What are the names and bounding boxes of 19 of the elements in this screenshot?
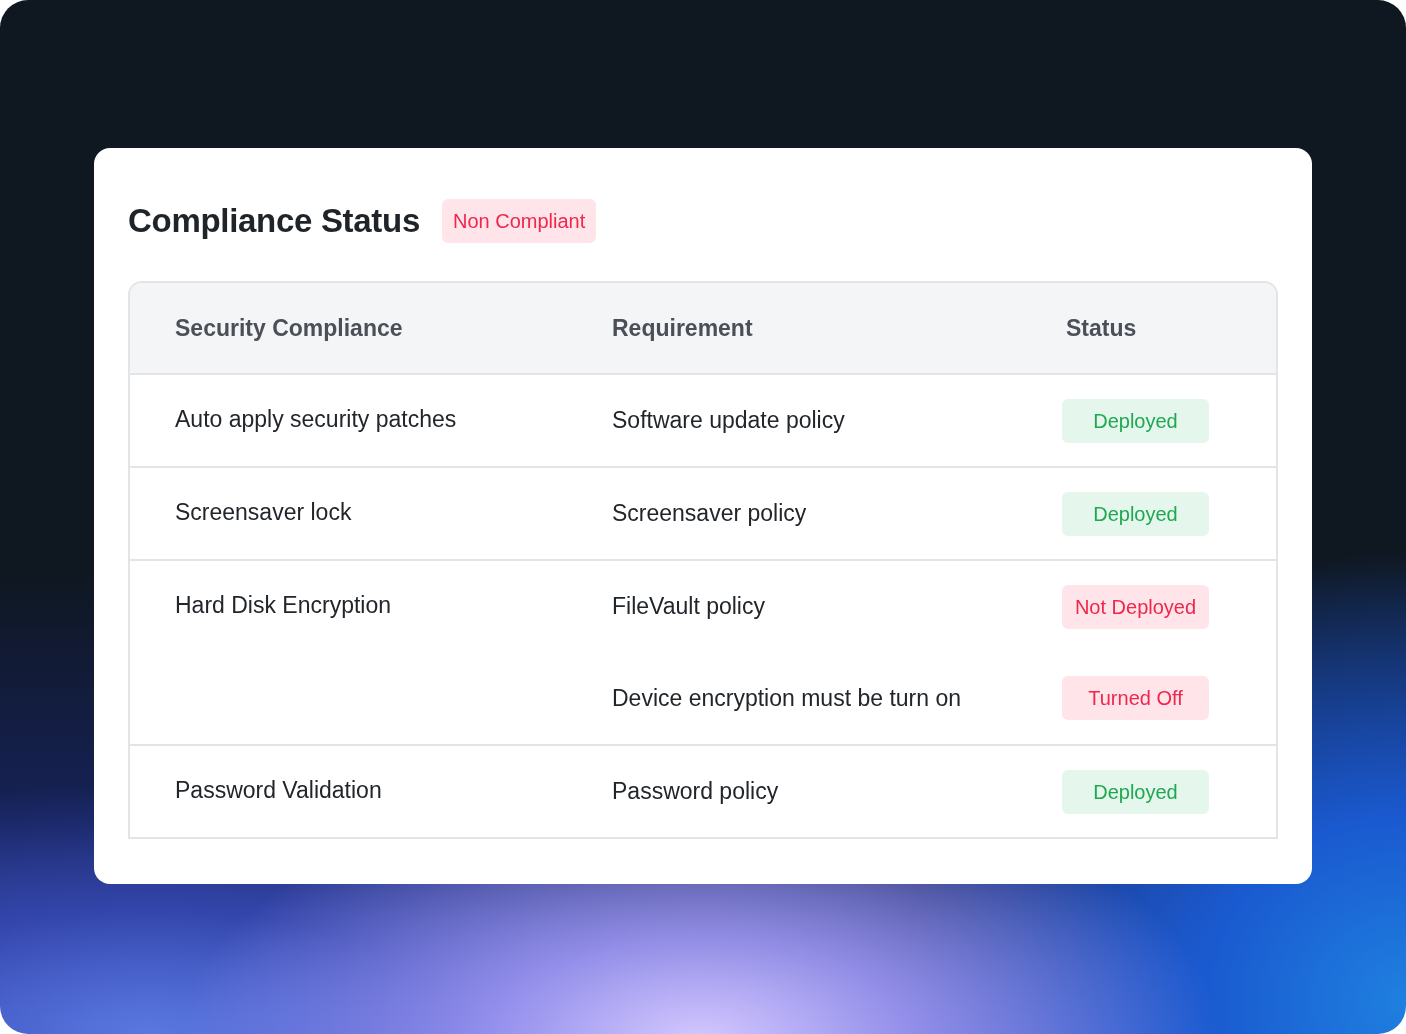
table-cell-text: FileVault policy — [612, 593, 766, 620]
table-cell: Password Validation — [175, 777, 382, 804]
status-badge: Deployed — [1062, 491, 1209, 536]
card-title: Compliance Status — [128, 202, 420, 240]
status-badge: Non Compliant — [441, 199, 597, 243]
table-cell-text: Password policy — [612, 778, 780, 805]
column-header: Status — [1066, 314, 1137, 342]
status-badge: Not Deployed — [1062, 584, 1209, 629]
status-badge: Deployed — [1062, 769, 1209, 814]
column-header: Requirement — [612, 314, 754, 342]
table-cell: Auto apply security patches — [175, 406, 457, 433]
column-header: Security Compliance — [174, 314, 404, 342]
status-badge: Deployed — [1062, 398, 1209, 443]
table-cell-text: Screensaver policy — [612, 500, 808, 527]
status-badge: Turned Off — [1062, 676, 1209, 720]
table-cell-text: Device encryption must be turn on — [612, 684, 962, 712]
table-cell: Screensaver lock — [175, 499, 352, 526]
table-cell: Hard Disk Encryption — [175, 592, 392, 619]
table-cell-text: Software update policy — [612, 407, 846, 434]
